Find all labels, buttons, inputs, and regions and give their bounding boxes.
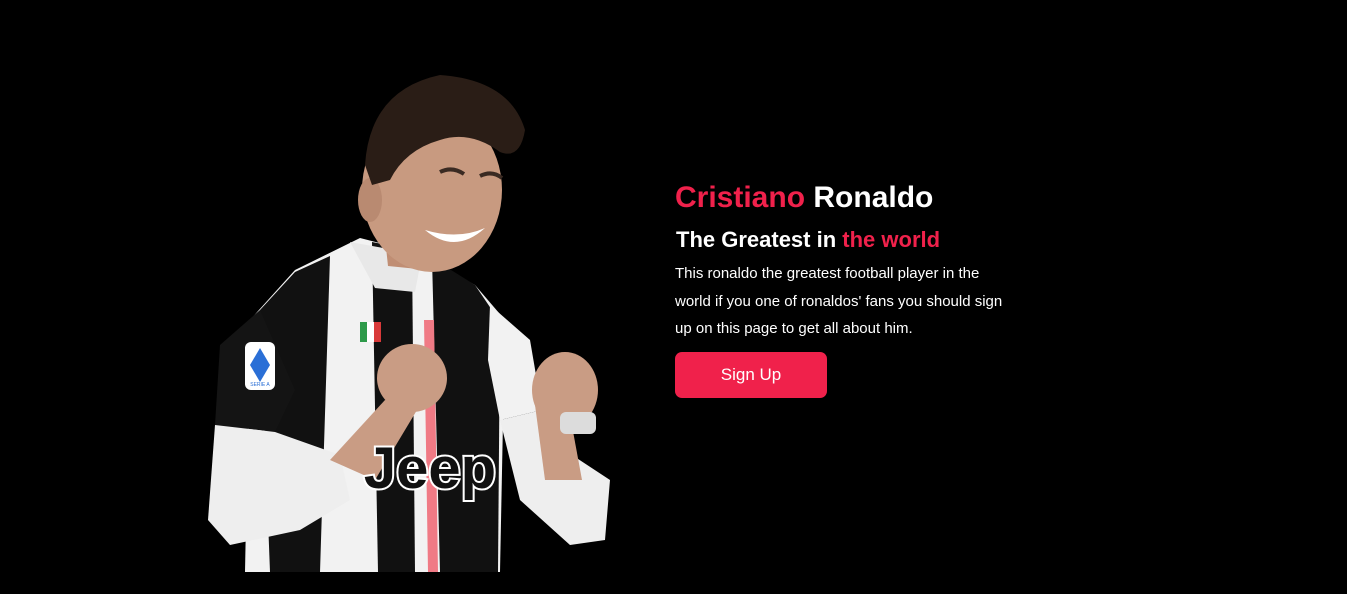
subtitle-lead: The Greatest in [676,227,837,252]
hero-text: Cristiano Ronaldo The Greatest in the wo… [675,178,1015,398]
subtitle-accent: the world [842,227,941,252]
title-first-name: Cristiano [675,181,806,214]
patch-text: SERIE A [250,382,270,388]
page-subtitle: The Greatest in the world [676,224,1015,256]
page-title: Cristiano Ronaldo [675,178,1015,218]
player-photo: SERIE A Jeep [208,75,610,572]
title-last-name: Ronaldo [813,181,934,214]
landing-page: SERIE A Jeep Cristiano Ronaldo The Great… [0,0,1347,594]
sign-up-button[interactable]: Sign Up [675,351,827,398]
jeep-logo: Jeep [364,436,496,501]
hero-description: This ronaldo the greatest football playe… [675,265,1003,337]
